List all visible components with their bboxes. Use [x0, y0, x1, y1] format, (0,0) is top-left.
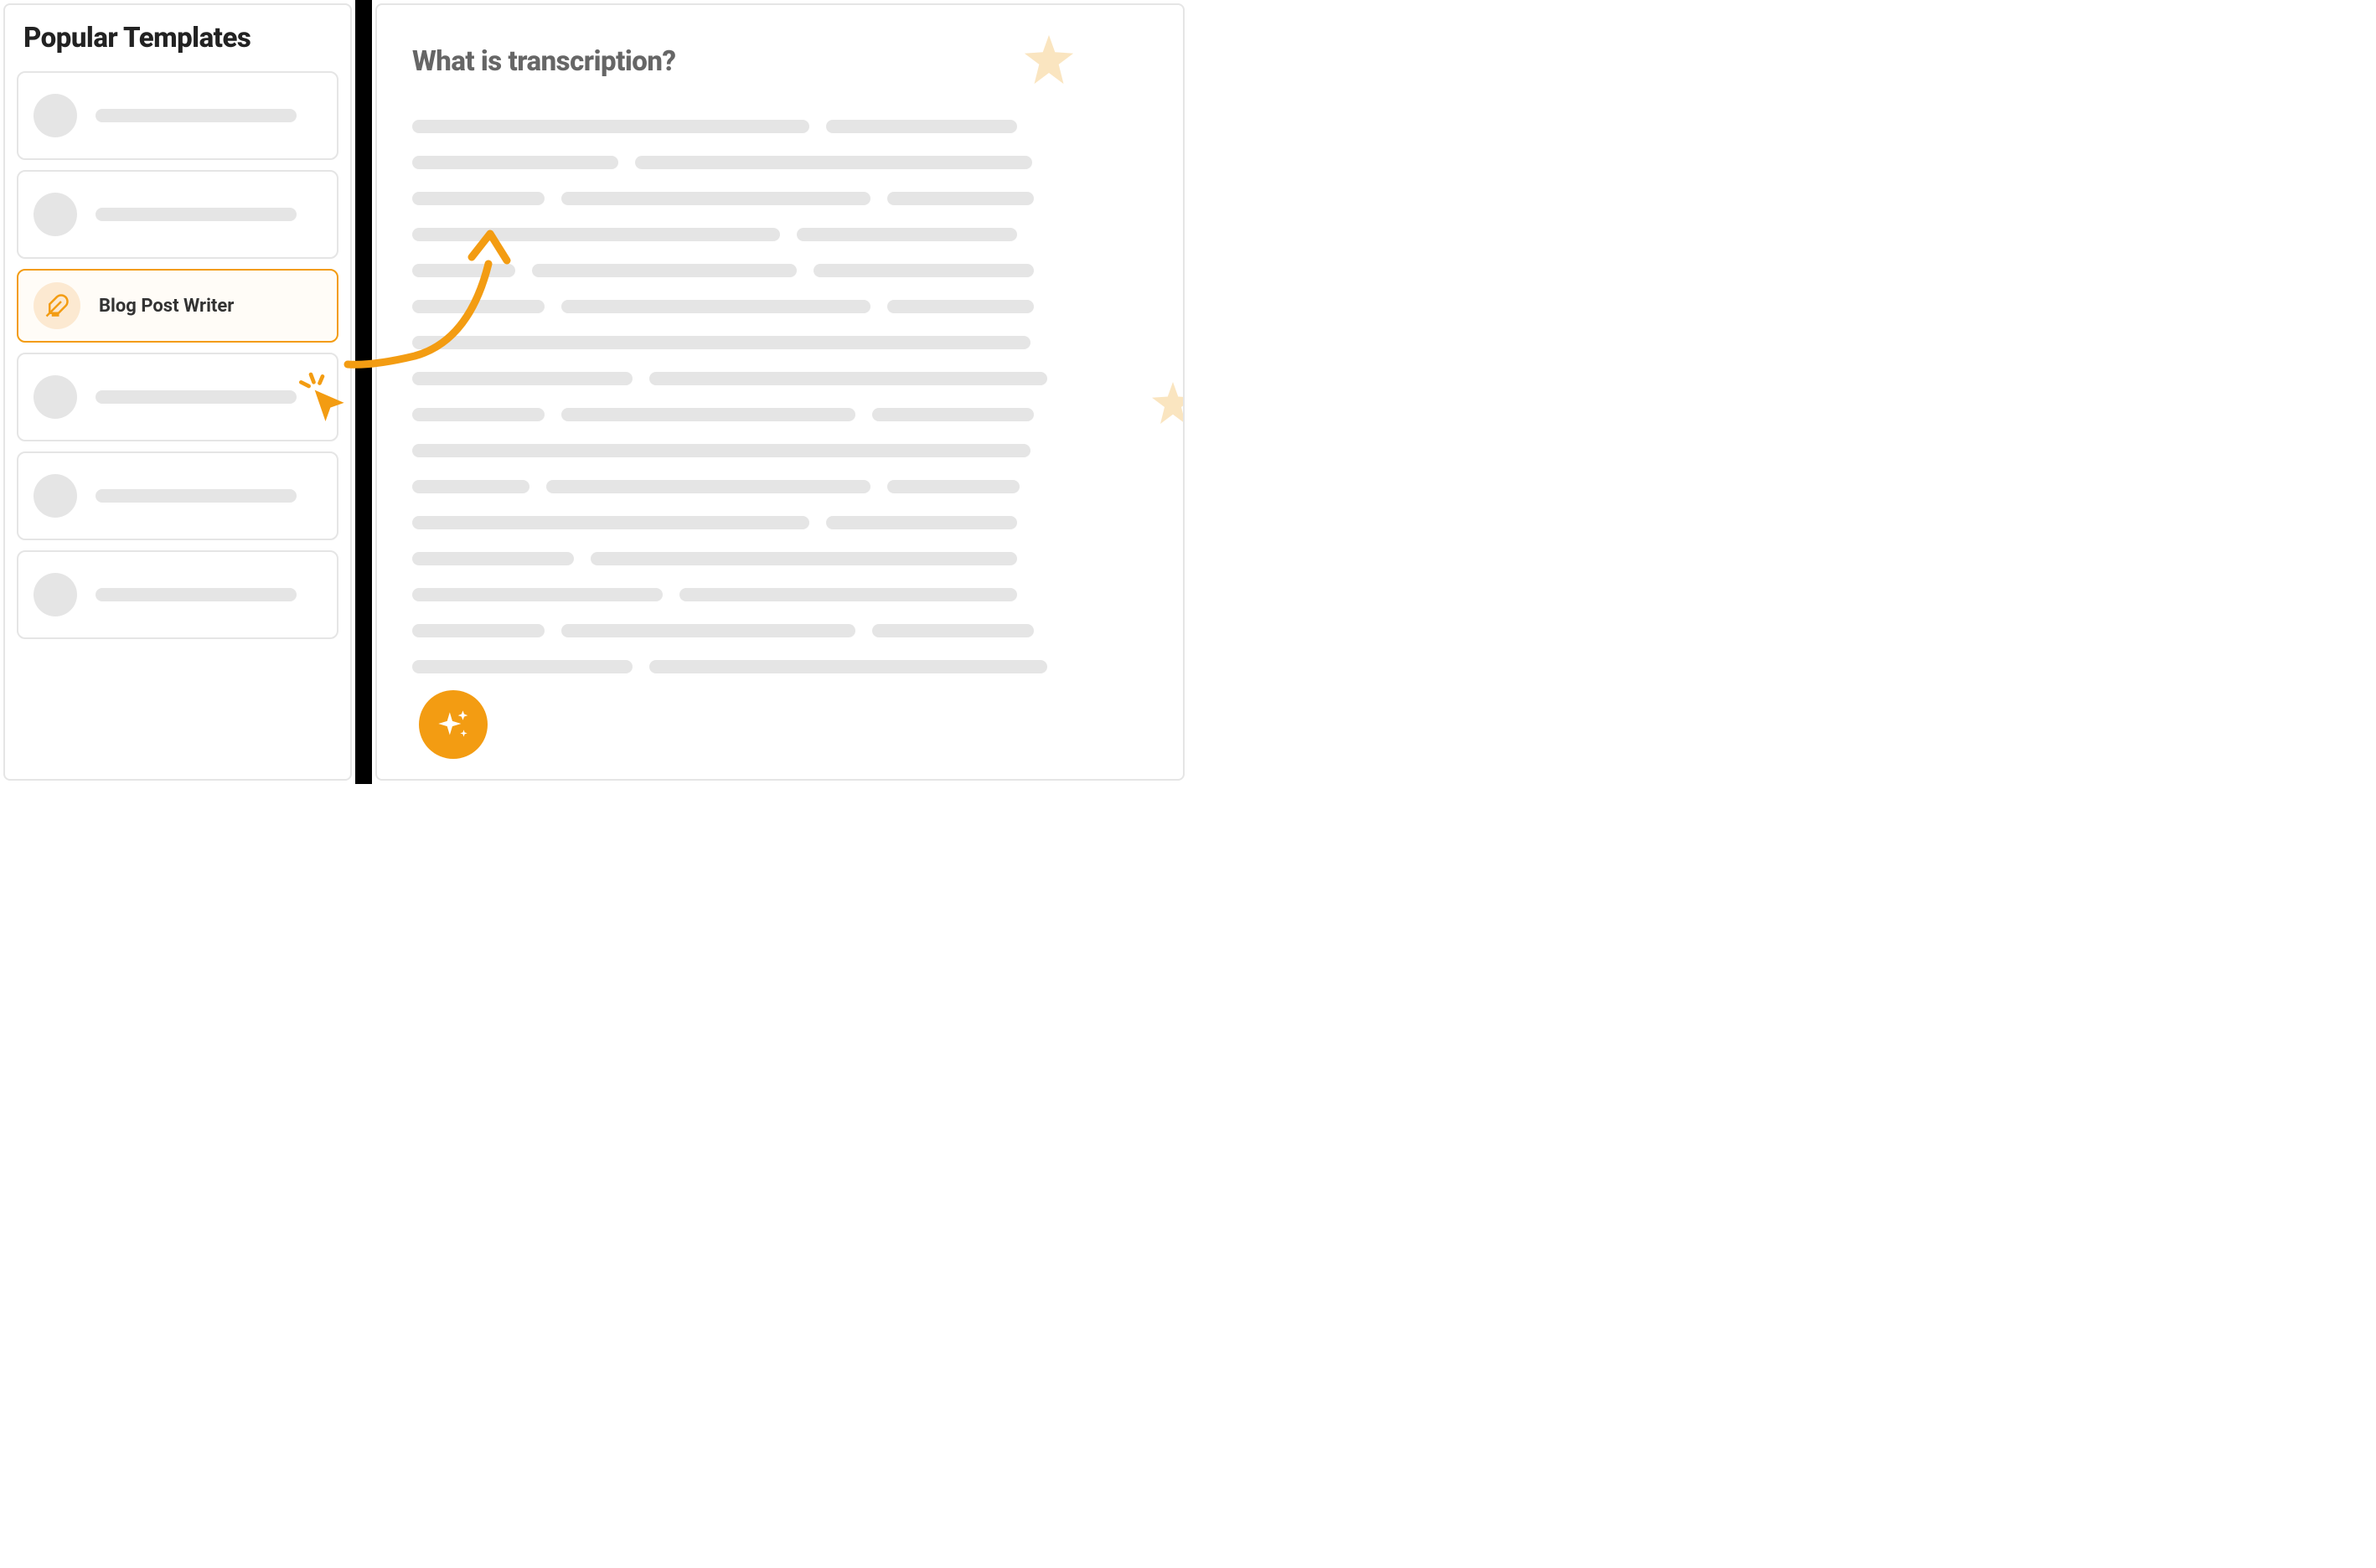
content-text-placeholder: [412, 120, 1148, 673]
sparkles-badge-icon: [419, 690, 488, 759]
template-icon-placeholder: [34, 94, 77, 137]
template-label-placeholder: [96, 109, 297, 122]
text-segment: [561, 300, 870, 313]
text-segment: [887, 300, 1035, 313]
text-segment: [561, 624, 855, 637]
text-segment: [887, 192, 1035, 205]
text-segment: [412, 156, 618, 169]
text-row: [412, 552, 1148, 565]
text-row: [412, 264, 1148, 277]
template-icon-placeholder: [34, 573, 77, 616]
text-segment: [412, 516, 809, 529]
text-segment: [561, 408, 855, 421]
text-segment: [412, 300, 545, 313]
text-row: [412, 336, 1148, 349]
template-label: Blog Post Writer: [99, 296, 234, 317]
sparkle-star-icon: [1148, 378, 1185, 431]
template-label-placeholder: [96, 390, 297, 404]
text-segment: [649, 660, 1046, 673]
text-row: [412, 624, 1148, 637]
text-row: [412, 300, 1148, 313]
content-panel: What is transcription?: [375, 3, 1185, 781]
text-segment: [887, 480, 1020, 493]
text-row: [412, 120, 1148, 133]
vertical-divider: [355, 0, 372, 784]
text-segment: [412, 660, 633, 673]
text-segment: [412, 264, 515, 277]
text-segment: [412, 336, 1030, 349]
text-segment: [649, 372, 1046, 385]
template-item-2[interactable]: [17, 170, 338, 259]
text-segment: [412, 408, 545, 421]
template-label-placeholder: [96, 489, 297, 503]
template-label-placeholder: [96, 208, 297, 221]
template-icon-placeholder: [34, 193, 77, 236]
text-segment: [635, 156, 1032, 169]
template-item-blog-post-writer[interactable]: Blog Post Writer: [17, 269, 338, 343]
template-item-5[interactable]: [17, 451, 338, 540]
text-row: [412, 156, 1148, 169]
text-row: [412, 372, 1148, 385]
text-segment: [679, 588, 1018, 601]
text-row: [412, 192, 1148, 205]
text-segment: [532, 264, 797, 277]
content-title: What is transcription?: [412, 45, 1148, 78]
text-row: [412, 228, 1148, 241]
text-segment: [797, 228, 1017, 241]
sidebar-title: Popular Templates: [23, 22, 338, 54]
template-item-4[interactable]: [17, 353, 338, 441]
text-segment: [826, 516, 1017, 529]
text-row: [412, 408, 1148, 421]
text-segment: [561, 192, 870, 205]
text-row: [412, 516, 1148, 529]
text-segment: [412, 480, 529, 493]
text-segment: [814, 264, 1034, 277]
text-segment: [546, 480, 870, 493]
feather-icon: [34, 282, 80, 329]
template-item-1[interactable]: [17, 71, 338, 160]
templates-sidebar: Popular Templates Blog Post Writer: [3, 3, 352, 781]
text-segment: [412, 228, 780, 241]
text-segment: [826, 120, 1017, 133]
text-segment: [872, 408, 1034, 421]
text-row: [412, 660, 1148, 673]
template-icon-placeholder: [34, 474, 77, 518]
text-segment: [412, 552, 574, 565]
text-segment: [412, 444, 1030, 457]
text-row: [412, 444, 1148, 457]
text-segment: [412, 372, 633, 385]
text-segment: [412, 120, 809, 133]
template-icon-placeholder: [34, 375, 77, 419]
text-segment: [412, 588, 663, 601]
text-segment: [591, 552, 1017, 565]
text-segment: [872, 624, 1034, 637]
template-item-6[interactable]: [17, 550, 338, 639]
text-row: [412, 480, 1148, 493]
text-segment: [412, 192, 545, 205]
template-label-placeholder: [96, 588, 297, 601]
text-segment: [412, 624, 545, 637]
text-row: [412, 588, 1148, 601]
